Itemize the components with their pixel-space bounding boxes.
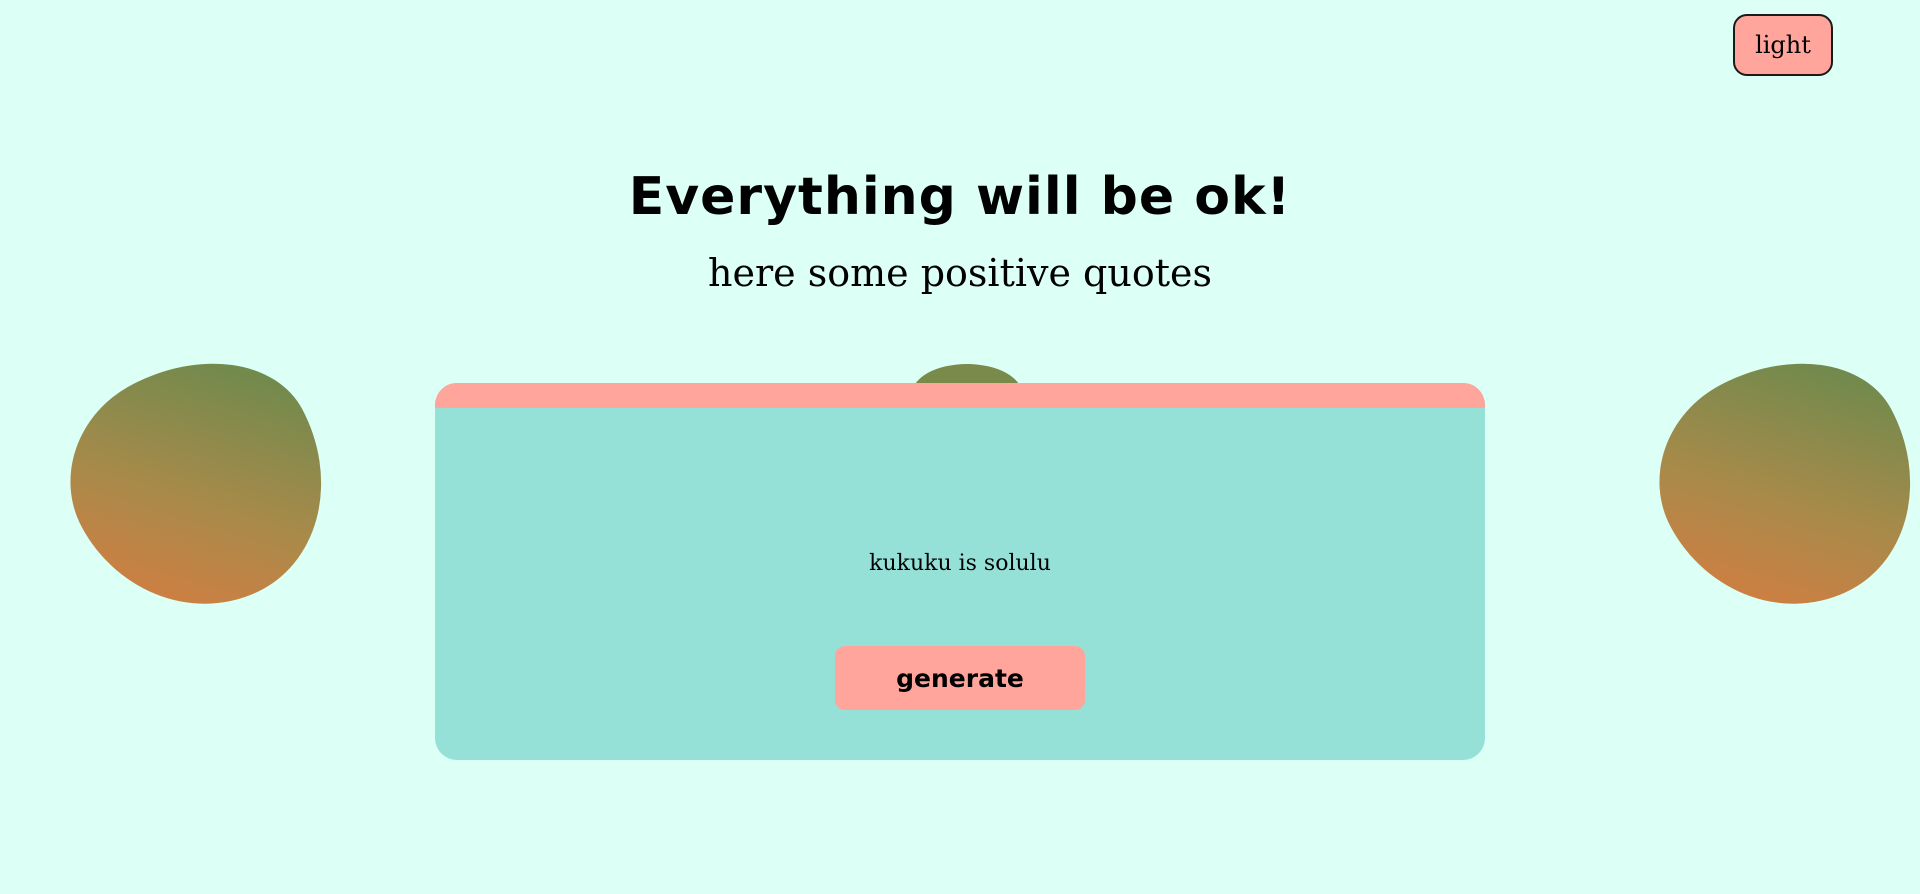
page-subtitle: here some positive quotes xyxy=(708,251,1212,295)
quote-card-header-bar xyxy=(435,383,1485,408)
theme-toggle-button[interactable]: light xyxy=(1733,14,1833,76)
decorative-blob-right xyxy=(1622,319,1920,651)
page-title: Everything will be ok! xyxy=(628,167,1292,227)
quote-text: kukuku is solulu xyxy=(869,551,1051,576)
generate-button[interactable]: generate xyxy=(835,646,1085,710)
quote-card: kukuku is solulu generate xyxy=(435,383,1485,760)
decorative-blob-left xyxy=(33,319,369,651)
